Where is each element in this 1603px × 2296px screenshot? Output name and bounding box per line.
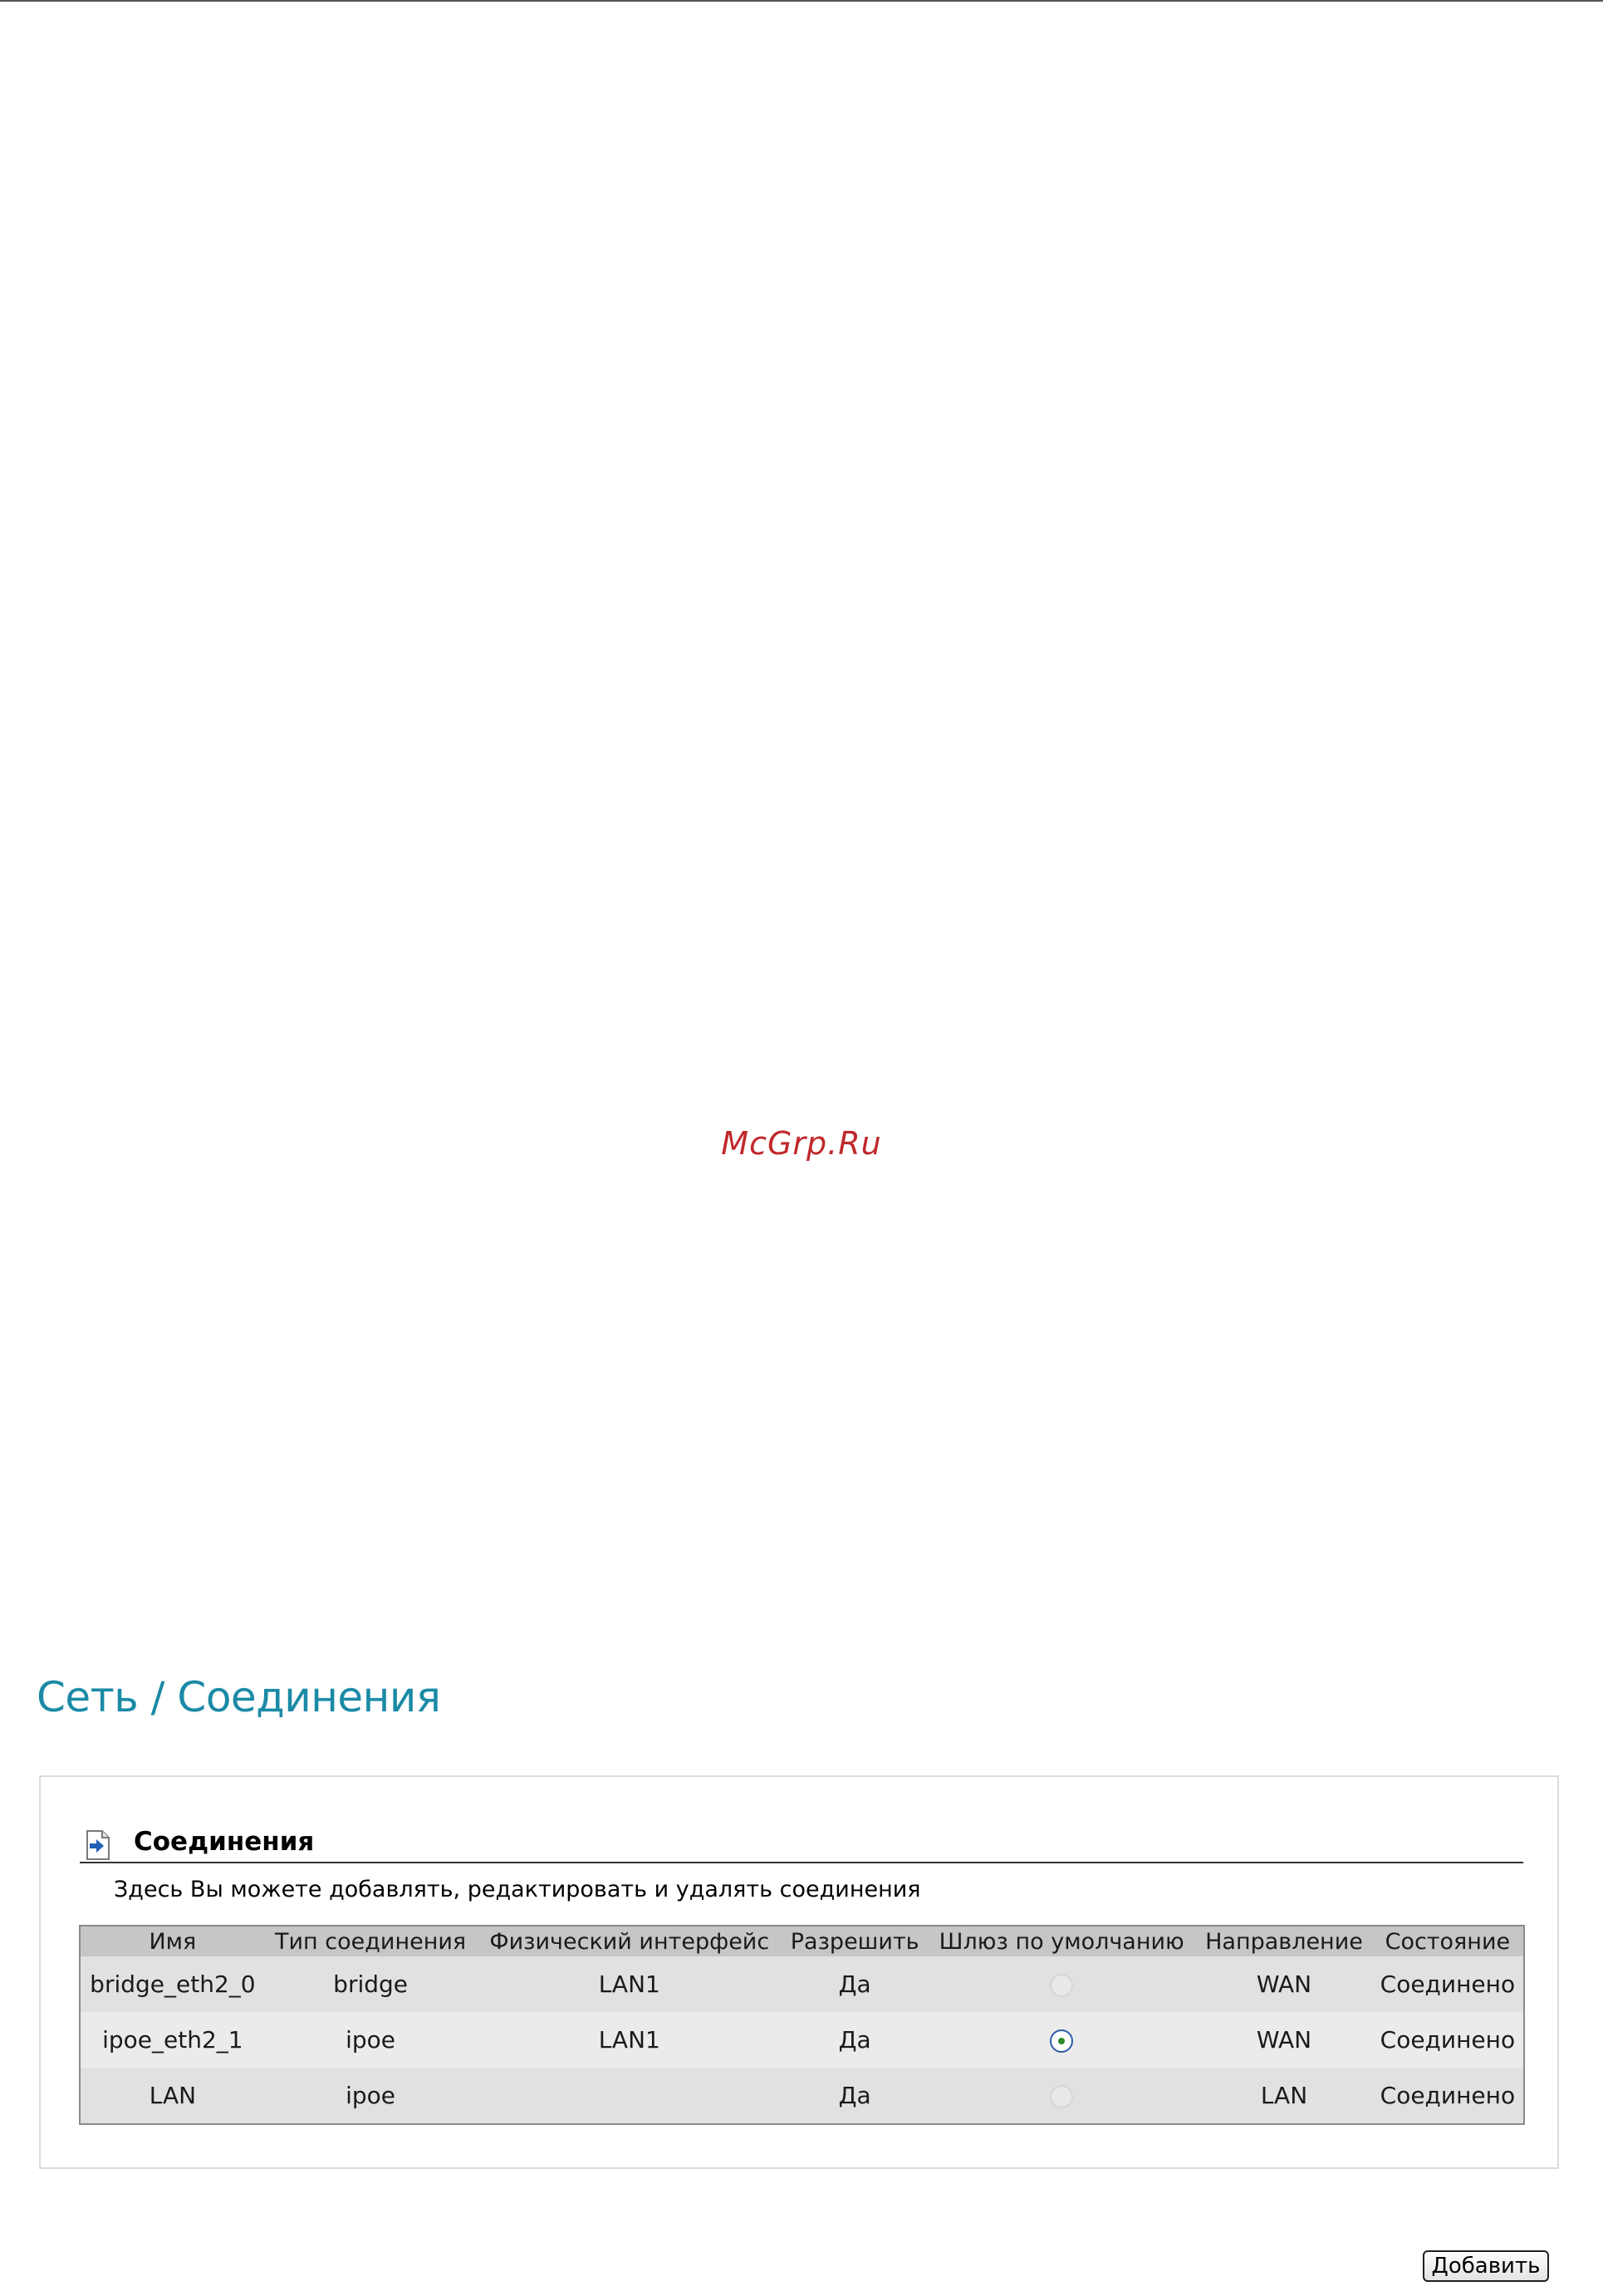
top-rule: [0, 0, 1603, 2]
default-gateway-radio[interactable]: [1050, 2029, 1074, 2053]
page-title: Сеть / Соединения: [37, 1673, 441, 1721]
table-row[interactable]: LAN ipoe Да LAN Соединено: [81, 2068, 1523, 2123]
cell-name[interactable]: LAN: [81, 2068, 265, 2123]
page-arrow-icon: [86, 1830, 110, 1860]
cell-direction: WAN: [1196, 2012, 1372, 2068]
cell-default-gateway: [927, 2012, 1197, 2068]
add-button[interactable]: Добавить: [1423, 2250, 1549, 2282]
column-header-direction: Направление: [1196, 1926, 1372, 1956]
section-title: Соединения: [134, 1827, 315, 1857]
connections-panel: Соединения Здесь Вы можете добавлять, ре…: [39, 1775, 1559, 2169]
cell-interface: [476, 2068, 783, 2123]
cell-status: Соединено: [1371, 1956, 1523, 2012]
column-header-default-gateway: Шлюз по умолчанию: [927, 1926, 1197, 1956]
cell-name[interactable]: ipoe_eth2_1: [81, 2012, 265, 2068]
table-row[interactable]: ipoe_eth2_1 ipoe LAN1 Да WAN Соединено: [81, 2012, 1523, 2068]
column-header-enabled: Разрешить: [782, 1926, 928, 1956]
connections-table: Имя Тип соединения Физический интерфейс …: [79, 1925, 1525, 2125]
cell-type: bridge: [264, 1956, 477, 2012]
cell-status: Соединено: [1371, 2068, 1523, 2123]
cell-direction: WAN: [1196, 1956, 1372, 2012]
default-gateway-radio[interactable]: [1050, 1974, 1074, 1997]
cell-default-gateway: [927, 1956, 1197, 2012]
section-description: Здесь Вы можете добавлять, редактировать…: [114, 1877, 921, 1902]
cell-direction: LAN: [1196, 2068, 1372, 2123]
table-row[interactable]: bridge_eth2_0 bridge LAN1 Да WAN Соедине…: [81, 1956, 1523, 2012]
cell-type: ipoe: [264, 2068, 477, 2123]
cell-enabled: Да: [782, 2012, 928, 2068]
column-header-name: Имя: [81, 1926, 265, 1956]
cell-type: ipoe: [264, 2012, 477, 2068]
watermark-text: McGrp.Ru: [721, 1125, 882, 1162]
cell-name[interactable]: bridge_eth2_0: [81, 1956, 265, 2012]
cell-enabled: Да: [782, 1956, 928, 2012]
column-header-status: Состояние: [1371, 1926, 1523, 1956]
table-header-row: Имя Тип соединения Физический интерфейс …: [81, 1926, 1523, 1956]
default-gateway-radio[interactable]: [1050, 2085, 1074, 2108]
cell-interface: LAN1: [476, 2012, 783, 2068]
cell-enabled: Да: [782, 2068, 928, 2123]
cell-interface: LAN1: [476, 1956, 783, 2012]
cell-status: Соединено: [1371, 2012, 1523, 2068]
cell-default-gateway: [927, 2068, 1197, 2123]
column-header-interface: Физический интерфейс: [476, 1926, 783, 1956]
column-header-type: Тип соединения: [264, 1926, 477, 1956]
